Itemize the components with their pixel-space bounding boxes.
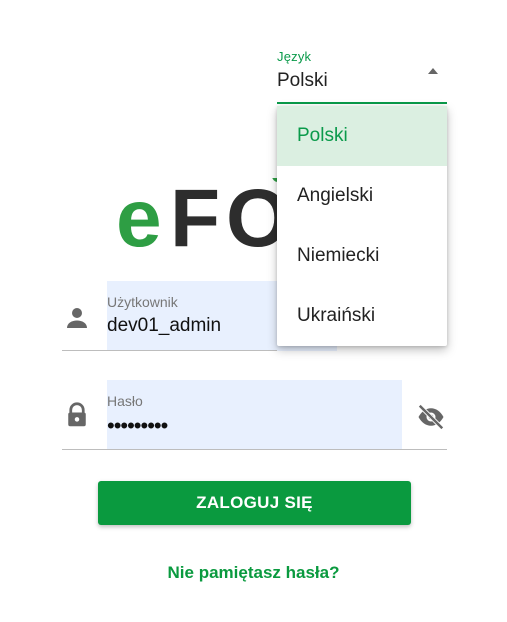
password-field: Hasło ••••••••• (62, 380, 447, 450)
eye-off-icon[interactable] (416, 402, 446, 432)
language-option-niemiecki[interactable]: Niemiecki (277, 226, 447, 286)
login-page: e F O Język Polski Polski Angielski Niem… (0, 0, 507, 622)
language-option-angielski[interactable]: Angielski (277, 166, 447, 226)
language-select[interactable]: Język Polski (277, 48, 447, 104)
language-option-ukrainski[interactable]: Ukraiński (277, 286, 447, 346)
password-input[interactable]: Hasło ••••••••• (107, 380, 402, 450)
password-label: Hasło (107, 393, 143, 409)
username-value: dev01_admin (107, 315, 222, 336)
language-underline (277, 102, 447, 104)
person-icon (62, 303, 92, 333)
login-button[interactable]: ZALOGUJ SIĘ (98, 481, 411, 525)
svg-text:F: F (170, 178, 220, 248)
language-option-polski[interactable]: Polski (277, 106, 447, 166)
password-underline (62, 449, 447, 450)
chevron-up-icon[interactable] (428, 68, 438, 74)
efo-logo: e F O (116, 178, 291, 248)
lock-icon (62, 400, 92, 430)
password-value: ••••••••• (107, 413, 168, 438)
svg-text:e: e (116, 178, 162, 248)
language-menu: Polski Angielski Niemiecki Ukraiński (277, 106, 447, 346)
language-selected-value: Polski (277, 70, 328, 91)
language-label: Język (277, 49, 312, 64)
forgot-password-link[interactable]: Nie pamiętasz hasła? (0, 563, 507, 583)
username-label: Użytkownik (107, 294, 178, 310)
username-underline (62, 350, 277, 351)
